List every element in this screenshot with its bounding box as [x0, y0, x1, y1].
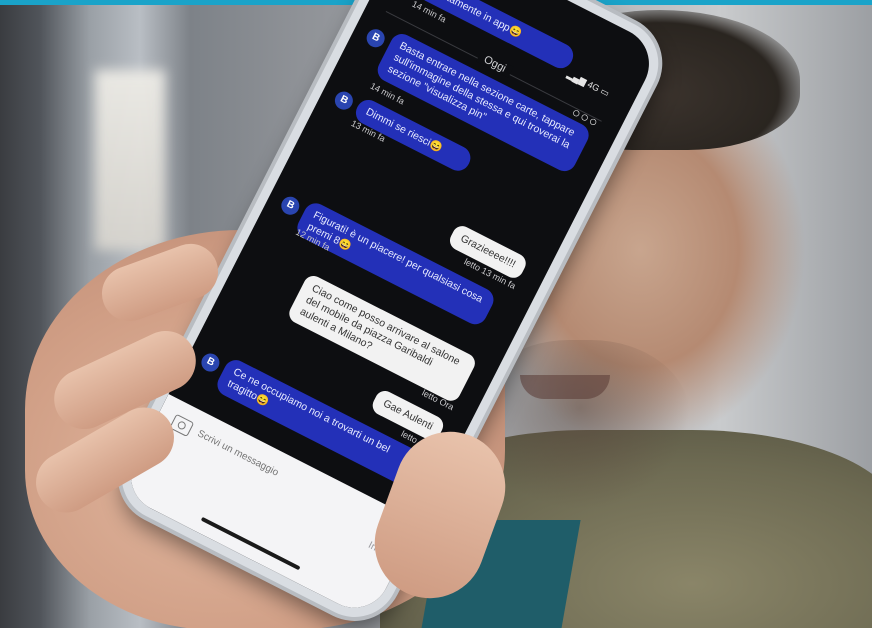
agent-avatar: B — [331, 88, 356, 113]
status-bar: ▂▄▆ 4G ▭ — [565, 69, 611, 100]
agent-avatar: B — [278, 193, 303, 218]
battery-icon: ▭ — [598, 85, 611, 99]
agent-avatar: B — [363, 26, 388, 51]
agent-avatar: B — [198, 350, 223, 375]
person-smile — [520, 375, 610, 399]
signal-icon: ▂▄▆ — [565, 68, 589, 87]
background-window-light — [95, 70, 165, 250]
photo-scene: ✕ ▂▄▆ 4G ▭ ○○○ Oggi B direttamente in ap… — [0, 0, 872, 628]
